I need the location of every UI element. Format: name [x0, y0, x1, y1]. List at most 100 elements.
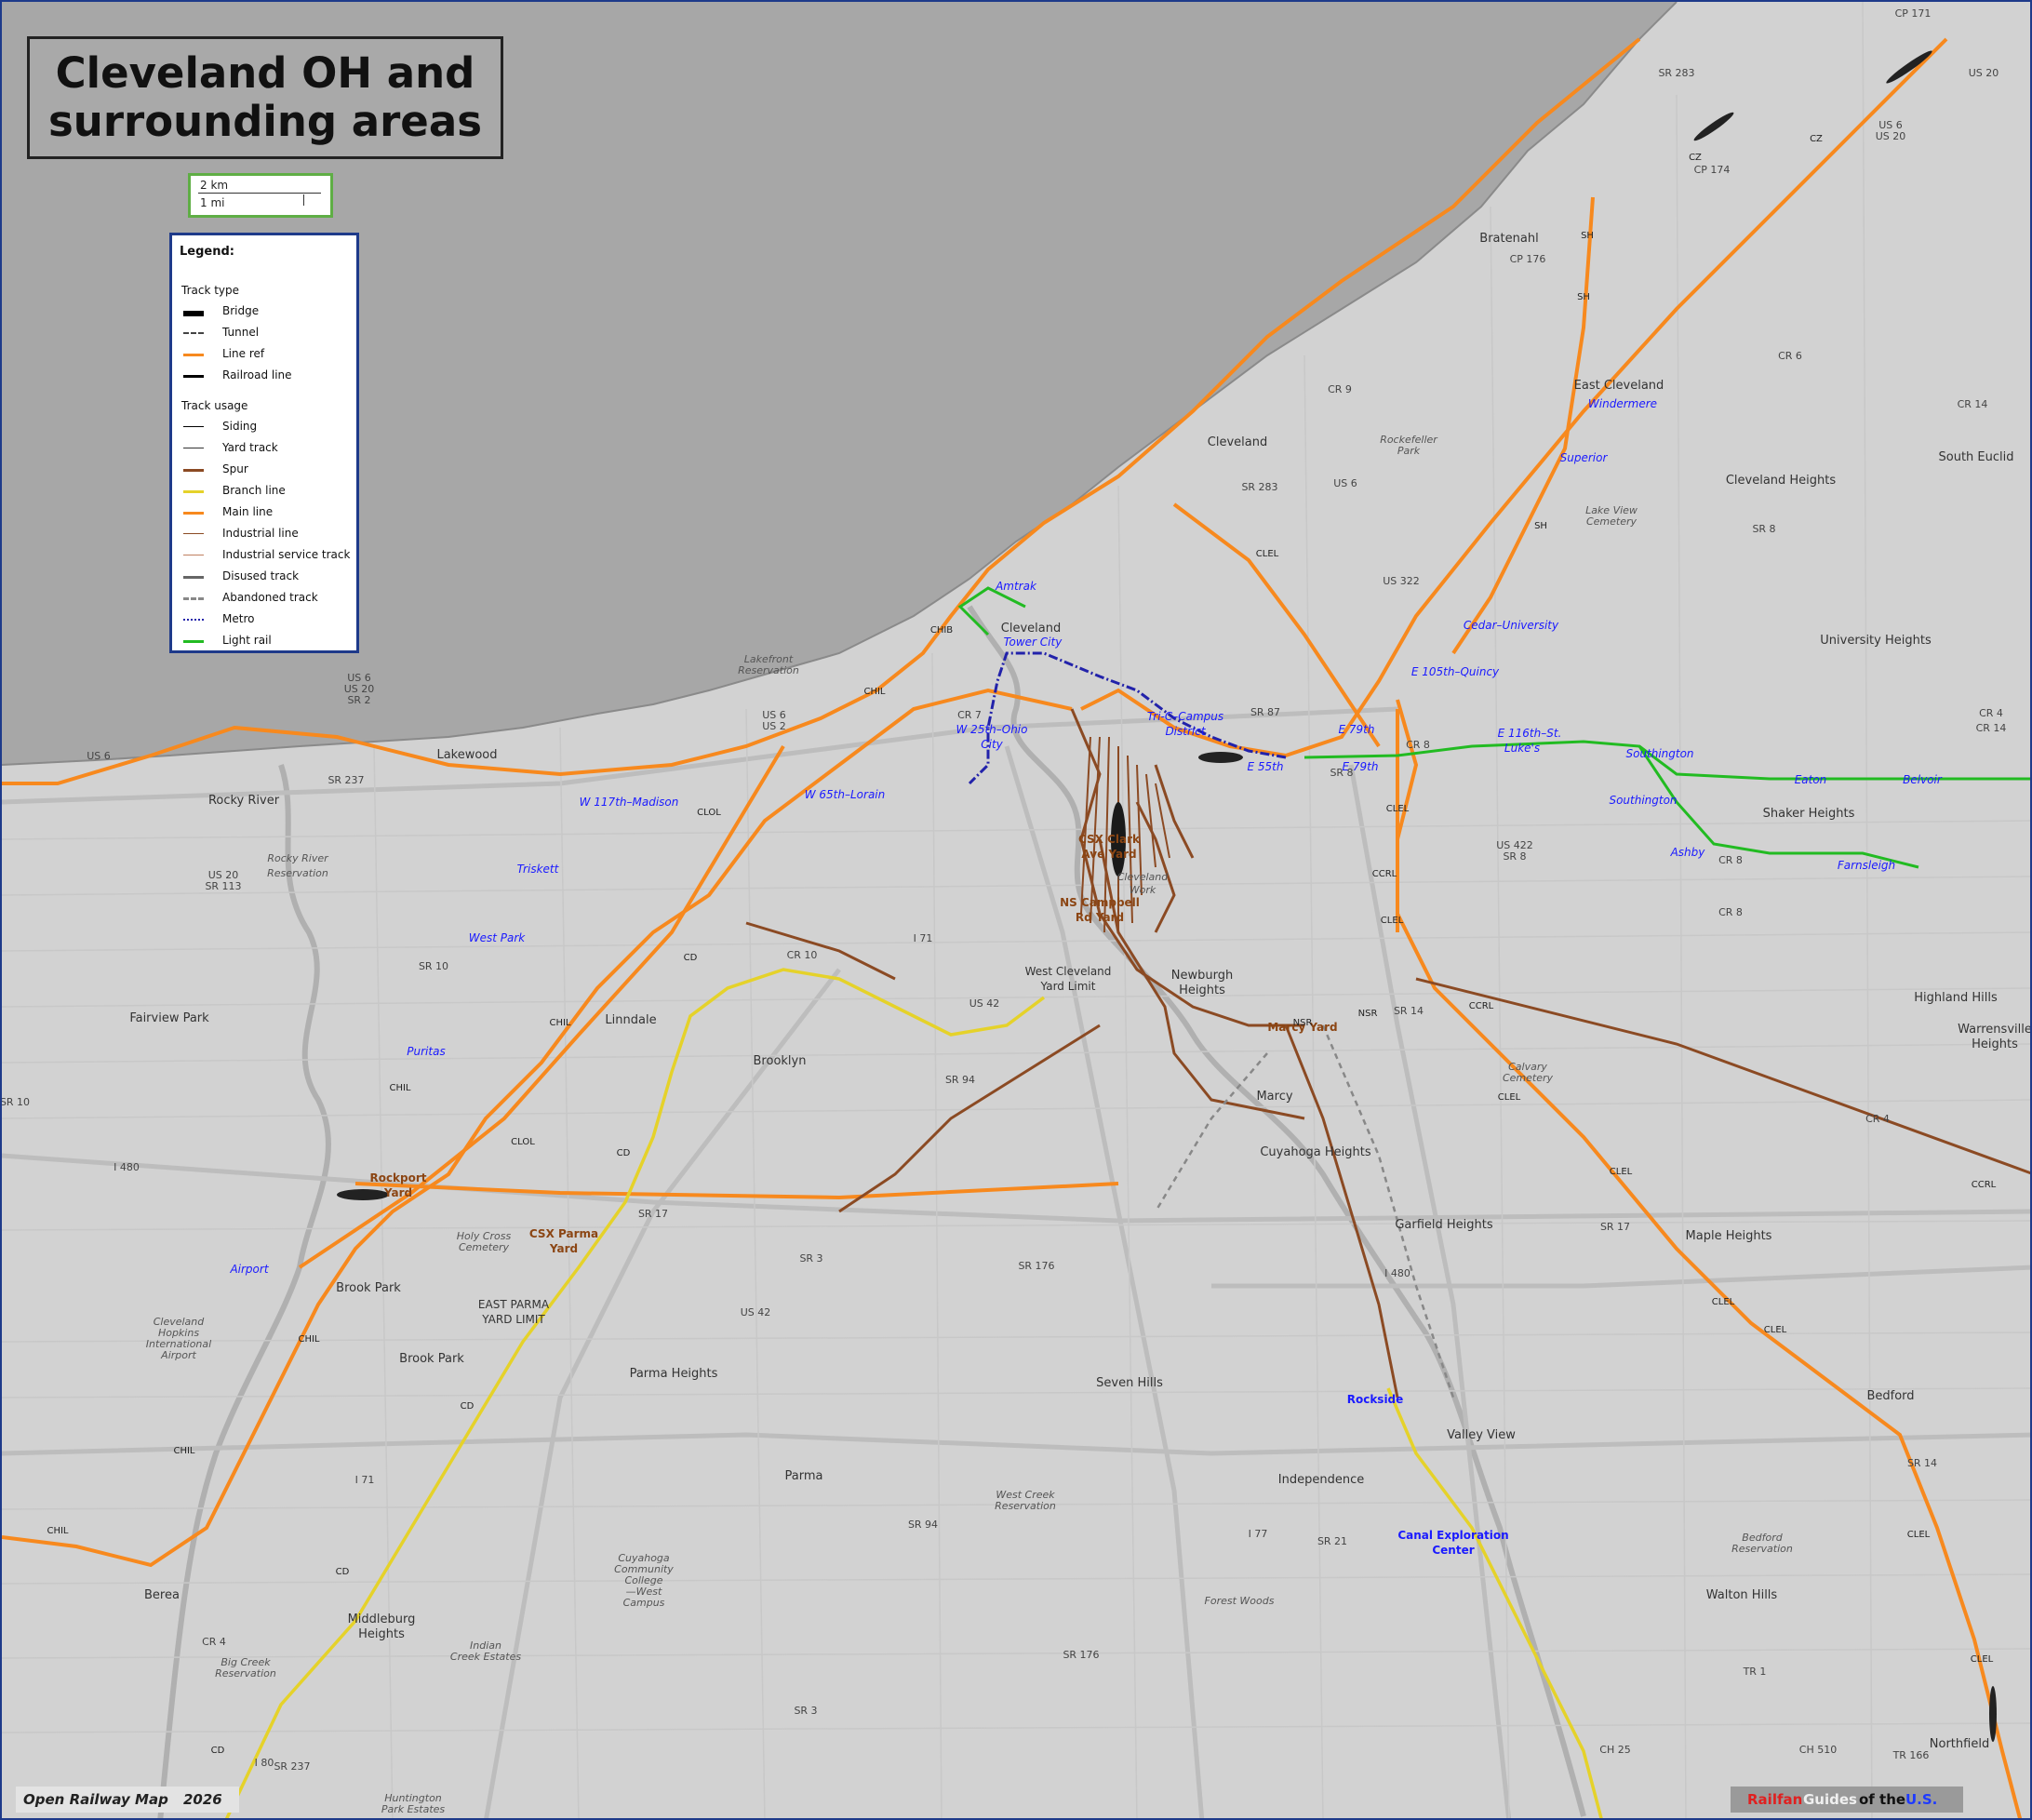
- svg-text:SR 14: SR 14: [1907, 1457, 1937, 1469]
- place-shaker-heights: Shaker Heights: [1763, 807, 1855, 821]
- map-canvas[interactable]: Cleveland Cleveland Lakewood Rocky River…: [0, 0, 2032, 1820]
- station-w25th: W 25th–Ohio: [956, 723, 1028, 736]
- legend-swatch: [183, 469, 204, 472]
- svg-text:CLEL: CLEL: [1498, 1092, 1521, 1103]
- svg-text:NSR: NSR: [1293, 1018, 1313, 1028]
- legend-swatch: [183, 597, 204, 600]
- legend-label: Siding: [222, 420, 258, 433]
- yard-limit-east-parma: EAST PARMA: [478, 1298, 550, 1311]
- svg-text:Work: Work: [1130, 884, 1156, 896]
- yard-clark-ave-2: Ave Yard: [1081, 848, 1136, 861]
- svg-text:CLEL: CLEL: [1256, 549, 1279, 559]
- place-south-euclid: South Euclid: [1939, 450, 2014, 464]
- svg-text:TR 1: TR 1: [1743, 1666, 1767, 1678]
- station-canal: Canal Exploration: [1397, 1529, 1508, 1542]
- footer-attribution: Open Railway Map 2026: [16, 1787, 239, 1813]
- footer-source-name: Open Railway Map: [23, 1791, 168, 1808]
- legend-swatch: [183, 640, 204, 643]
- svg-text:SR 237: SR 237: [328, 774, 364, 786]
- station-tower-city: Tower City: [1004, 636, 1063, 649]
- legend-label: Tunnel: [222, 326, 260, 339]
- svg-text:CR 7: CR 7: [957, 709, 982, 721]
- station-w65th: W 65th–Lorain: [805, 788, 886, 801]
- svg-text:CLEL: CLEL: [1386, 804, 1410, 814]
- svg-text:SR 14: SR 14: [1394, 1005, 1424, 1017]
- svg-text:SR 87: SR 87: [1250, 706, 1280, 718]
- svg-text:SR 94: SR 94: [908, 1519, 938, 1531]
- station-canal-2: Center: [1432, 1544, 1474, 1557]
- svg-text:CD: CD: [684, 953, 698, 963]
- place-maple-heights: Maple Heights: [1686, 1229, 1772, 1243]
- svg-text:Cemetery: Cemetery: [1586, 515, 1638, 528]
- legend-item-usage-2: Spur: [183, 462, 351, 477]
- place-newburgh-heights: Newburgh: [1171, 969, 1233, 983]
- yard-parma-2: Yard: [549, 1242, 578, 1255]
- legend-label: Spur: [222, 462, 248, 475]
- svg-text:I 71: I 71: [914, 932, 933, 944]
- legend-label: Disused track: [222, 569, 300, 582]
- place-seven-hills: Seven Hills: [1096, 1376, 1163, 1390]
- place-garfield-heights: Garfield Heights: [1395, 1218, 1493, 1232]
- legend-swatch: [183, 375, 204, 378]
- station-eaton: Eaton: [1795, 773, 1827, 786]
- svg-text:I 480: I 480: [1384, 1267, 1410, 1279]
- footer-brand: Railfan Guides of the U.S.: [1731, 1787, 1963, 1813]
- svg-text:US 20: US 20: [1876, 130, 1906, 142]
- svg-text:Reservation: Reservation: [215, 1667, 276, 1679]
- svg-text:CZ: CZ: [1689, 153, 1702, 163]
- map-title: Cleveland OH and surrounding areas: [27, 36, 503, 159]
- place-highland-hills: Highland Hills: [1914, 991, 1998, 1005]
- svg-text:Reservation: Reservation: [267, 867, 328, 879]
- svg-text:Cleveland: Cleveland: [1117, 871, 1170, 883]
- station-e105th: E 105th–Quincy: [1411, 665, 1500, 678]
- legend-item-usage-4: Main line: [183, 505, 351, 520]
- legend-track-usage-heading: Track usage: [181, 399, 248, 412]
- legend-item-usage-5: Industrial line: [183, 527, 351, 542]
- svg-text:CR 6: CR 6: [1778, 350, 1802, 362]
- svg-text:CLEL: CLEL: [1971, 1654, 1994, 1665]
- svg-text:Reservation: Reservation: [738, 664, 799, 676]
- place-marcy: Marcy: [1256, 1090, 1292, 1104]
- svg-text:CHIL: CHIL: [389, 1083, 410, 1093]
- svg-text:CLEL: CLEL: [1610, 1167, 1633, 1177]
- place-brook-park-2: Brook Park: [399, 1352, 464, 1366]
- svg-text:CH 25: CH 25: [1599, 1744, 1630, 1756]
- legend-label: Bridge: [222, 304, 260, 317]
- svg-text:CLOL: CLOL: [697, 808, 721, 818]
- station-w25th-2: City: [981, 738, 1003, 751]
- svg-text:CP 174: CP 174: [1694, 164, 1731, 176]
- place-brooklyn: Brooklyn: [754, 1054, 807, 1068]
- svg-text:Airport: Airport: [160, 1349, 196, 1361]
- legend-label: Line ref: [222, 347, 265, 360]
- svg-text:SR 113: SR 113: [205, 880, 241, 892]
- legend-item-usage-10: Light rail: [183, 634, 351, 649]
- svg-text:SR 283: SR 283: [1658, 67, 1694, 79]
- svg-text:CD: CD: [336, 1567, 350, 1577]
- station-superior: Superior: [1560, 451, 1609, 464]
- legend-item-usage-9: Metro: [183, 612, 351, 627]
- footer-brand-guides: Guides: [1803, 1791, 1857, 1808]
- station-cedar-university: Cedar–University: [1464, 619, 1559, 632]
- legend: Legend: Track type Bridge Tunnel Line ref R…: [169, 233, 359, 653]
- svg-text:SR 10: SR 10: [2, 1096, 30, 1108]
- place-brook-park: Brook Park: [336, 1281, 401, 1295]
- svg-text:CR 8: CR 8: [1406, 739, 1430, 751]
- station-e79th-b: E 79th: [1343, 760, 1379, 773]
- svg-text:CD: CD: [211, 1746, 225, 1756]
- place-northfield: Northfield: [1930, 1737, 1989, 1751]
- footer-year: 2026: [183, 1791, 222, 1808]
- legend-swatch: [183, 354, 204, 356]
- svg-text:NSR: NSR: [1358, 1009, 1378, 1019]
- svg-text:I 77: I 77: [1249, 1528, 1268, 1540]
- svg-text:SR 8: SR 8: [1503, 850, 1526, 863]
- svg-text:Reservation: Reservation: [1731, 1543, 1793, 1555]
- place-independence: Independence: [1278, 1473, 1364, 1487]
- svg-text:SR 237: SR 237: [274, 1760, 310, 1773]
- svg-text:Creek Estates: Creek Estates: [450, 1651, 521, 1663]
- yard-parma: CSX Parma: [529, 1227, 598, 1240]
- svg-text:CR 4: CR 4: [1865, 1113, 1890, 1125]
- svg-text:CLEL: CLEL: [1381, 916, 1404, 926]
- place-warrensville-heights: Warrensville: [1958, 1023, 2032, 1037]
- svg-text:Forest Woods: Forest Woods: [1205, 1595, 1275, 1607]
- yard-rockport-2: Yard: [383, 1186, 412, 1199]
